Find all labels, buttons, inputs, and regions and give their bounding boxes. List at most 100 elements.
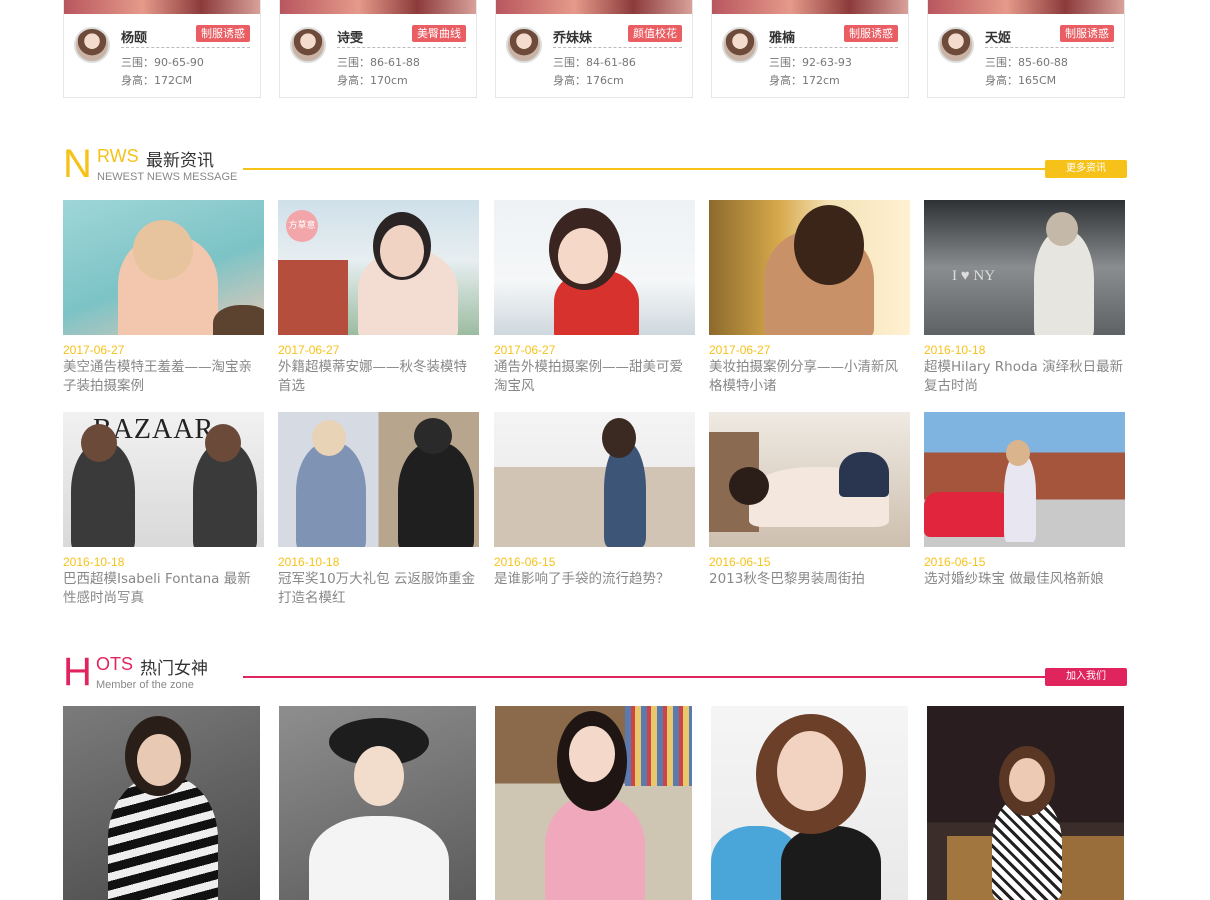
news-item[interactable]: 2017-06-27 美空通告模特王羞羞——淘宝亲子装拍摄案例 xyxy=(63,200,264,396)
section-letters: OTS xyxy=(96,654,134,674)
news-title[interactable]: 冠军奖10万大礼包 云返服饰重金打造名模红 xyxy=(278,570,479,608)
hot-model-photo[interactable] xyxy=(711,706,908,900)
divider xyxy=(553,47,682,48)
divider xyxy=(121,47,250,48)
hot-model-photo[interactable] xyxy=(63,706,260,900)
model-card[interactable]: 天姬 制服诱惑 三围：85-60-88 身高：165CM xyxy=(927,0,1125,98)
model-card[interactable]: 乔妹妹 颜值校花 三围：84-61-86 身高：176cm xyxy=(495,0,693,98)
card-photo-strip xyxy=(64,0,260,14)
news-item[interactable]: I ♥ NY 2016-10-18 超模Hilary Rhoda 演绎秋日最新复… xyxy=(924,200,1125,396)
section-title: 最新资讯 xyxy=(146,151,214,171)
news-date: 2017-06-27 xyxy=(709,343,771,357)
card-photo-strip xyxy=(712,0,908,14)
model-name[interactable]: 乔妹妹 xyxy=(553,27,592,46)
model-measurements: 三围：85-60-88 xyxy=(985,56,1068,69)
news-date: 2017-06-27 xyxy=(278,343,340,357)
hots-section-header: H OTS 热门女神 Member of the zone 加入我们 xyxy=(63,652,1127,696)
news-item[interactable]: 2016-06-15 是谁影响了手袋的流行趋势？ xyxy=(494,412,695,589)
news-thumbnail[interactable] xyxy=(278,412,479,547)
model-height: 身高：172cm xyxy=(769,74,840,87)
news-date: 2017-06-27 xyxy=(63,343,125,357)
model-avatar[interactable] xyxy=(74,27,110,63)
card-photo-strip xyxy=(928,0,1124,14)
model-height: 身高：176cm xyxy=(553,74,624,87)
news-thumbnail[interactable] xyxy=(494,200,695,335)
model-avatar[interactable] xyxy=(938,27,974,63)
news-title[interactable]: 是谁影响了手袋的流行趋势？ xyxy=(494,570,695,589)
news-thumbnail[interactable] xyxy=(63,200,264,335)
model-measurements: 三围：86-61-88 xyxy=(337,56,420,69)
news-item[interactable]: 方草意 2017-06-27 外籍超模蒂安娜——秋冬装模特首选 xyxy=(278,200,479,396)
news-title[interactable]: 巴西超模Isabeli Fontana 最新性感时尚写真 xyxy=(63,570,264,608)
hot-model-photo[interactable] xyxy=(927,706,1124,900)
hot-model-photo[interactable] xyxy=(495,706,692,900)
news-thumbnail[interactable] xyxy=(709,412,910,547)
news-title[interactable]: 选对婚纱珠宝 做最佳风格新娘 xyxy=(924,570,1125,589)
model-style-badge: 制服诱惑 xyxy=(196,25,250,42)
model-measurements: 三围：92-63-93 xyxy=(769,56,852,69)
join-us-button[interactable]: 加入我们 xyxy=(1045,668,1127,686)
section-initial: H xyxy=(63,650,92,694)
model-avatar[interactable] xyxy=(290,27,326,63)
news-title[interactable]: 通告外模拍摄案例——甜美可爱淘宝风 xyxy=(494,358,695,396)
news-thumbnail[interactable]: 方草意 xyxy=(278,200,479,335)
section-rule xyxy=(243,168,1127,170)
section-subtitle: Member of the zone xyxy=(96,679,194,691)
news-item[interactable]: 2017-06-27 通告外模拍摄案例——甜美可爱淘宝风 xyxy=(494,200,695,396)
model-height: 身高：172CM xyxy=(121,74,193,87)
news-thumbnail[interactable]: I ♥ NY xyxy=(924,200,1125,335)
model-style-badge: 美臀曲线 xyxy=(412,25,466,42)
news-title[interactable]: 外籍超模蒂安娜——秋冬装模特首选 xyxy=(278,358,479,396)
model-style-badge: 颜值校花 xyxy=(628,25,682,42)
news-date: 2016-06-15 xyxy=(709,555,771,569)
model-card[interactable]: 诗雯 美臀曲线 三围：86-61-88 身高：170cm xyxy=(279,0,477,98)
news-title[interactable]: 美空通告模特王羞羞——淘宝亲子装拍摄案例 xyxy=(63,358,264,396)
section-title: 热门女神 xyxy=(140,659,208,679)
news-title[interactable]: 超模Hilary Rhoda 演绎秋日最新复古时尚 xyxy=(924,358,1125,396)
news-date: 2016-10-18 xyxy=(63,555,125,569)
news-item[interactable]: BAZAAR 2016-10-18 巴西超模Isabeli Fontana 最新… xyxy=(63,412,264,608)
news-date: 2016-06-15 xyxy=(924,555,986,569)
news-item[interactable]: 2016-06-15 2013秋冬巴黎男装周街拍 xyxy=(709,412,910,589)
news-date: 2016-06-15 xyxy=(494,555,556,569)
news-thumbnail[interactable] xyxy=(494,412,695,547)
model-name[interactable]: 天姬 xyxy=(985,27,1011,46)
model-avatar[interactable] xyxy=(506,27,542,63)
model-height: 身高：170cm xyxy=(337,74,408,87)
model-avatar[interactable] xyxy=(722,27,758,63)
card-photo-strip xyxy=(280,0,476,14)
more-news-button[interactable]: 更多资讯 xyxy=(1045,160,1127,178)
model-name[interactable]: 杨颐 xyxy=(121,27,147,46)
section-initial: N xyxy=(63,142,92,186)
model-style-badge: 制服诱惑 xyxy=(844,25,898,42)
model-card[interactable]: 杨颐 制服诱惑 三围：90-65-90 身高：172CM xyxy=(63,0,261,98)
news-item[interactable]: 2016-06-15 选对婚纱珠宝 做最佳风格新娘 xyxy=(924,412,1125,589)
news-thumbnail[interactable] xyxy=(924,412,1125,547)
model-measurements: 三围：84-61-86 xyxy=(553,56,636,69)
divider xyxy=(769,47,898,48)
model-name[interactable]: 诗雯 xyxy=(337,27,363,46)
hot-model-photo[interactable] xyxy=(279,706,476,900)
news-item[interactable]: 2016-10-18 冠军奖10万大礼包 云返服饰重金打造名模红 xyxy=(278,412,479,608)
stamp-badge: 方草意 xyxy=(286,210,318,242)
section-subtitle: NEWEST NEWS MESSAGE xyxy=(97,171,238,183)
news-item[interactable]: 2017-06-27 美妆拍摄案例分享——小清新风格模特小诸 xyxy=(709,200,910,396)
section-rule xyxy=(243,676,1127,678)
card-photo-strip xyxy=(496,0,692,14)
model-card[interactable]: 雅楠 制服诱惑 三围：92-63-93 身高：172cm xyxy=(711,0,909,98)
news-date: 2017-06-27 xyxy=(494,343,556,357)
model-height: 身高：165CM xyxy=(985,74,1057,87)
divider xyxy=(985,47,1114,48)
model-style-badge: 制服诱惑 xyxy=(1060,25,1114,42)
news-thumbnail[interactable]: BAZAAR xyxy=(63,412,264,547)
news-title[interactable]: 美妆拍摄案例分享——小清新风格模特小诸 xyxy=(709,358,910,396)
news-date: 2016-10-18 xyxy=(278,555,340,569)
news-title[interactable]: 2013秋冬巴黎男装周街拍 xyxy=(709,570,910,589)
divider xyxy=(337,47,466,48)
model-measurements: 三围：90-65-90 xyxy=(121,56,204,69)
section-letters: RWS xyxy=(97,146,139,166)
model-cards: 杨颐 制服诱惑 三围：90-65-90 身高：172CM 诗雯 美臀曲线 三围：… xyxy=(63,0,1127,98)
news-thumbnail[interactable] xyxy=(709,200,910,335)
page: 杨颐 制服诱惑 三围：90-65-90 身高：172CM 诗雯 美臀曲线 三围：… xyxy=(0,0,1210,900)
model-name[interactable]: 雅楠 xyxy=(769,27,795,46)
